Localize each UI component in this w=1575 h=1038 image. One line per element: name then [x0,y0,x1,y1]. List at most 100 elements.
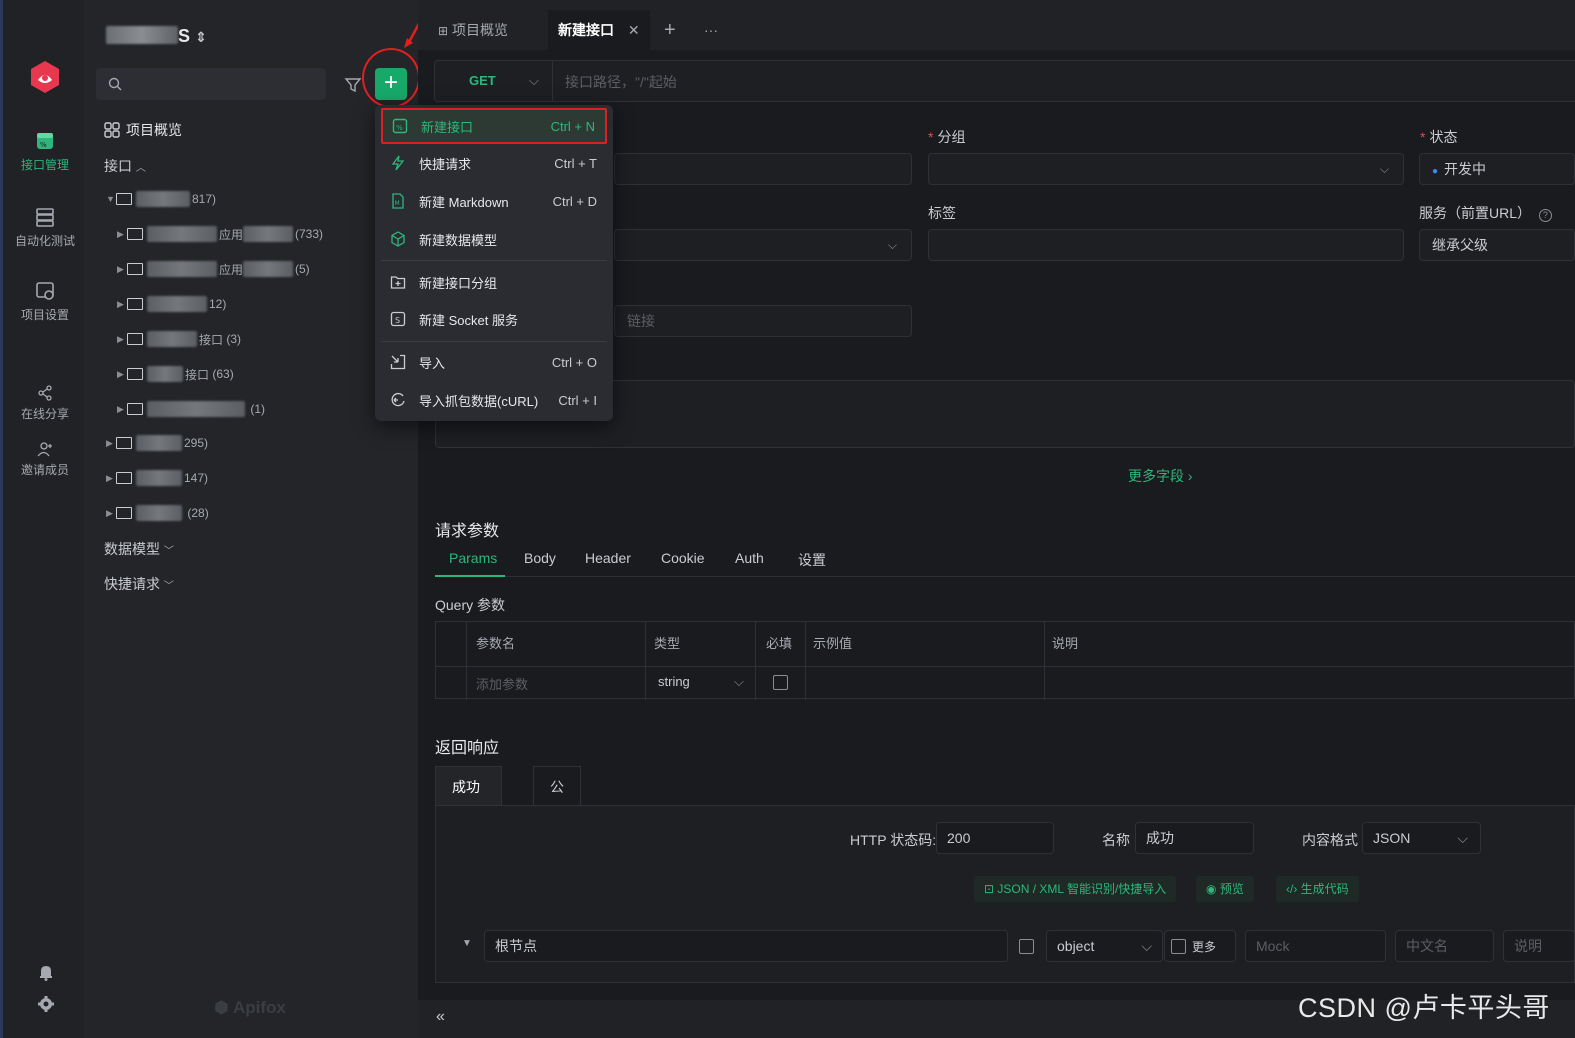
http-code-value: 200 [947,830,971,846]
new-tab-button[interactable]: + [664,10,676,50]
tree-row-folder[interactable]: ▶ 接口 (63) [117,364,234,384]
tab-new-interface[interactable]: 新建接口 ✕ [548,10,650,50]
root-node-input[interactable]: 根节点 [484,930,1008,962]
menu-item-new-socket-service[interactable]: S 新建 Socket 服务 [381,301,607,337]
sidebar-item-project-overview[interactable]: 项目概览 [104,120,182,140]
more-icon: ··· [704,22,718,38]
status-select[interactable]: ● 开发中 [1419,153,1575,185]
tab-response-success[interactable]: 成功 (200) [435,766,502,835]
notification-bell-icon[interactable] [37,963,55,981]
menu-item-quick-request[interactable]: 快捷请求 Ctrl + T [381,145,607,181]
tab-body[interactable]: Body [524,550,556,566]
content-type-select[interactable]: JSON ⌵ [1362,822,1481,854]
tree-row-folder[interactable]: ▶ 12) [117,294,226,314]
menu-item-new-markdown[interactable]: M 新建 Markdown Ctrl + D [381,183,607,219]
project-settings-icon [36,282,54,300]
group-select[interactable]: ⌵ [928,153,1404,185]
redacted-text [147,261,217,277]
search-icon [108,77,122,91]
rail-item-online-share[interactable]: 在线分享 [3,385,87,422]
menu-item-new-interface-group[interactable]: 新建接口分组 [381,264,607,300]
tab-auth[interactable]: Auth [735,550,764,566]
description-input[interactable]: 说明 [1503,930,1575,962]
eye-icon: ◉ [1206,882,1217,896]
tree-row-count: 12) [209,297,227,311]
settings-gear-icon[interactable] [37,995,55,1013]
tab-params[interactable]: Params [449,550,497,566]
root-required-checkbox[interactable] [1019,939,1034,954]
tab-more-button[interactable]: ··· [704,10,718,50]
tree-row-folder[interactable]: ▶ 147) [106,468,208,488]
tree-row-folder[interactable]: ▶ 应用 (733) [117,224,323,244]
generate-code-button[interactable]: ‹/› 生成代码 [1276,876,1359,902]
menu-item-new-data-model[interactable]: 新建数据模型 [381,221,607,257]
smart-import-button[interactable]: ⊡ JSON / XML 智能识别/快捷导入 [974,876,1177,902]
chevron-updown-icon: ⇕ [195,29,207,45]
tree-row-count: (733) [295,227,324,241]
rail-item-interface-management[interactable]: % 接口管理 [3,130,87,173]
close-icon[interactable]: ✕ [628,22,640,38]
response-name-label: 名称 [1102,832,1130,848]
response-name-input[interactable]: 成功 [1135,822,1254,854]
tab-response-public[interactable]: 公共响应 0 [533,766,581,955]
service-value: 继承父级 [1432,237,1488,253]
response-title: 返回响应 [435,740,500,757]
tree-row-folder[interactable]: ▶ (1) [117,399,265,419]
rail-item-project-settings[interactable]: 项目设置 [3,280,87,323]
rail-item-invite-member[interactable]: 邀请成员 [3,441,87,478]
plus-icon: + [664,19,676,41]
tab-project-overview[interactable]: ⊞ 项目概览 [438,10,508,50]
menu-item-new-interface[interactable]: % 新建接口 Ctrl + N [381,108,607,144]
tree-row-folder[interactable]: ▶ 应用 (5) [117,259,310,279]
chinese-name-input[interactable]: 中文名 [1395,930,1494,962]
sidebar-search-input[interactable] [96,68,326,100]
chevron-down-icon: ⌵ [1457,830,1468,846]
doc-link-input[interactable]: 链接 [614,305,912,337]
help-circle-icon[interactable]: ? [1538,209,1552,222]
rail-item-automation-test[interactable]: 自动化测试 [3,206,87,249]
more-options-button[interactable]: 更多 [1164,930,1236,962]
more-fields-link[interactable]: 更多字段 › [1128,466,1193,486]
chevron-down-icon: ﹀ [163,546,174,557]
tree-row-folder[interactable]: ▶ 接口 (3) [117,329,241,349]
root-type-select[interactable]: object ⌵ [1046,930,1163,962]
menu-item-label: 新建接口分组 [419,275,498,291]
mock-input[interactable]: Mock [1245,930,1386,962]
menu-item-import[interactable]: 导入 Ctrl + O [381,344,607,380]
owner-select[interactable]: ⌵ [614,229,912,261]
tag-input[interactable] [928,229,1404,261]
caret-right-icon: ▶ [117,298,124,309]
menu-item-import-curl[interactable]: 导入抓包数据(cURL) Ctrl + I [381,382,607,418]
folder-icon [116,193,132,205]
more-checkbox[interactable] [1171,939,1186,954]
tab-header[interactable]: Header [585,550,631,566]
redacted-text [136,191,190,207]
tab-settings[interactable]: 设置 [798,550,826,570]
service-select[interactable]: 继承父级 [1419,229,1575,261]
caret-down-icon[interactable]: ▼ [462,938,472,949]
param-required-checkbox[interactable] [773,675,788,690]
redacted-text [147,226,217,242]
url-path-input[interactable]: 接口路径，"/"起始 [565,72,677,92]
redacted-text [136,435,182,451]
tree-row-folder[interactable]: ▶ (28) [106,503,209,523]
name-field[interactable] [614,153,912,185]
tree-row-root-folder[interactable]: ▼ 817) [106,189,216,209]
caret-right-icon: ▶ [117,263,124,274]
preview-button[interactable]: ◉ 预览 [1196,876,1254,902]
sidebar-section-interface[interactable]: 接口 ︿ [104,156,146,176]
project-switcher[interactable]: S ⇕ [106,26,207,47]
menu-item-shortcut: Ctrl + O [551,354,597,370]
sidebar-section-data-model[interactable]: 数据模型 ﹀ [104,539,174,559]
sidebar-section-quick-request[interactable]: 快捷请求 ﹀ [104,574,174,594]
param-type-select[interactable]: string ⌵ [658,674,748,689]
http-code-input[interactable]: 200 [936,822,1054,854]
tree-row-folder[interactable]: ▶ 295) [106,433,208,453]
collapse-sidebar-button[interactable]: « [436,1008,445,1026]
param-name-input[interactable]: 添加参数 [476,674,528,693]
menu-item-label: 新建数据模型 [419,232,498,248]
content-type-value: JSON [1373,830,1411,846]
folder-icon [127,333,143,345]
tab-cookie[interactable]: Cookie [661,550,705,566]
method-select[interactable]: GET ⌵ [435,61,553,101]
